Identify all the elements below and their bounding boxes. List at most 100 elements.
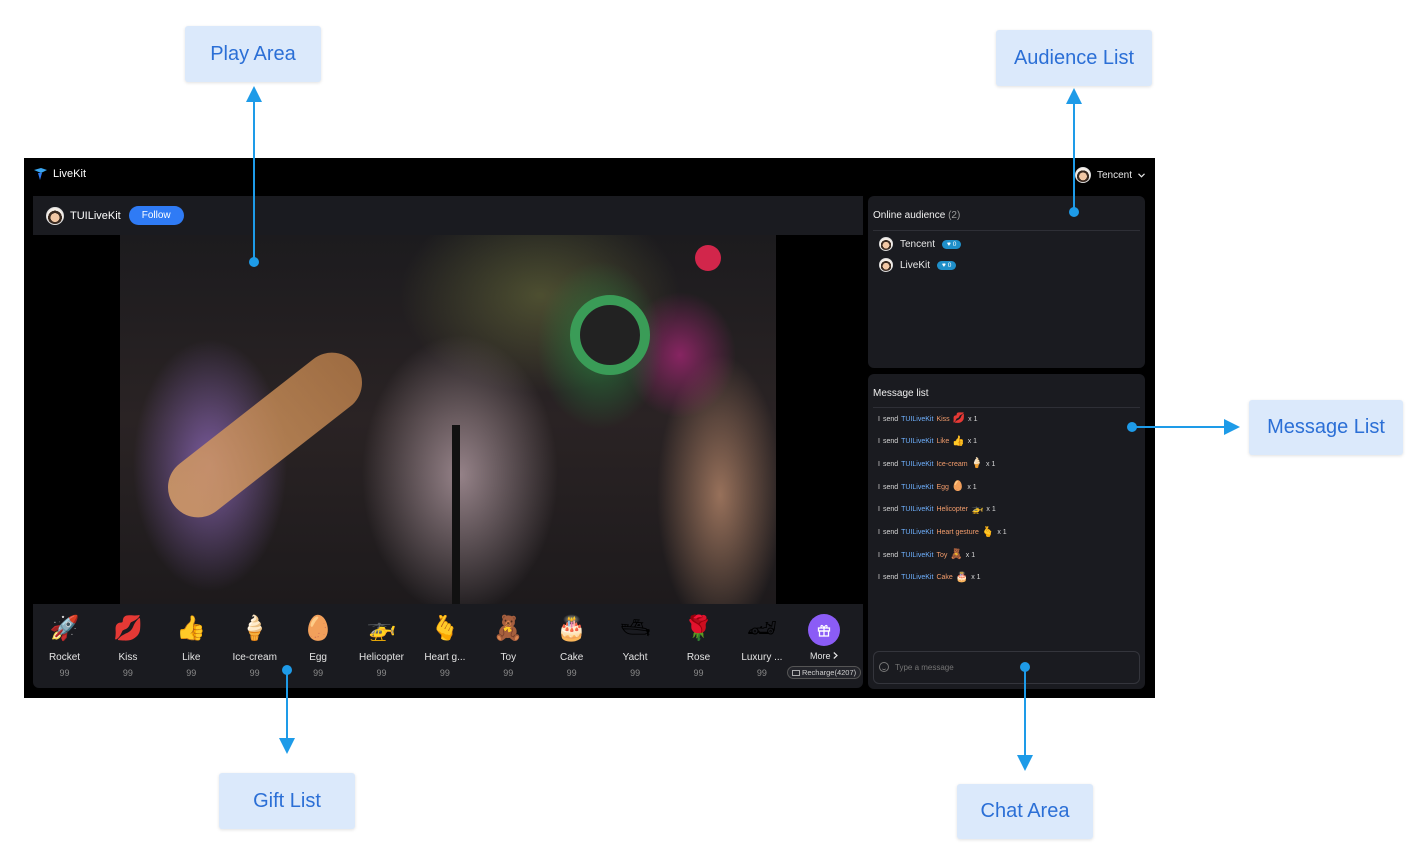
message-verb: send: [882, 438, 899, 446]
message-gift-name: Heart gesture: [936, 529, 979, 536]
message-count: x 1: [997, 529, 1007, 536]
message-count: x 1: [967, 438, 978, 446]
message-count: x 1: [986, 460, 996, 468]
gift-price: 99: [566, 668, 577, 678]
audience-member[interactable]: LiveKit ♥ 0: [879, 258, 957, 272]
message-verb: send: [882, 574, 899, 582]
message-count: x 1: [967, 483, 977, 491]
recharge-label: Recharge(4207): [801, 668, 857, 677]
anchor-avatar[interactable]: [46, 206, 64, 225]
message-gift-name: Helicopter: [936, 506, 968, 514]
livekit-app-window: LiveKit Tencent TUILiveKit Follow 🚀 Rocke…: [24, 158, 1155, 698]
follow-button[interactable]: Follow: [128, 206, 184, 225]
gift-price: 99: [503, 668, 514, 678]
audience-count: (2): [948, 210, 961, 221]
gift-price: 99: [439, 668, 450, 678]
message-gift-name: Kiss: [936, 415, 950, 423]
gift-item[interactable]: 💋 Kiss 99: [96, 604, 159, 688]
gift-item[interactable]: 🥚 Egg 99: [287, 604, 350, 688]
video-light: [695, 245, 721, 271]
message-verb: send: [882, 529, 899, 536]
livekit-logo-icon: [34, 168, 47, 180]
audience-list: Online audience (2) Tencent ♥ 0 LiveKit ♥ 0: [868, 196, 1145, 368]
callout-gift-list: Gift List: [219, 773, 355, 829]
gift-name: Cake: [560, 652, 584, 663]
rocket-icon: 🚀: [49, 615, 80, 642]
video-mic-stand: [452, 425, 460, 604]
gift-item[interactable]: 🎂 Cake 99: [540, 604, 603, 688]
gift-item[interactable]: 🍦 Ice-cream 99: [223, 604, 286, 688]
gift-name: Yacht: [622, 652, 648, 663]
gift-item[interactable]: 🏎 Luxury ... 99: [730, 604, 793, 688]
gift-item[interactable]: 🌹 Rose 99: [667, 604, 730, 688]
chevron-down-icon: [1138, 172, 1145, 178]
message-self: I: [878, 574, 880, 582]
luxury-car-icon: 🏎: [746, 615, 778, 642]
audience-name: LiveKit: [900, 259, 931, 271]
message-self: I: [878, 506, 880, 514]
gift-name: Rocket: [48, 652, 81, 663]
gift-name: Ice-cream: [232, 652, 277, 663]
message-divider: [873, 407, 1140, 408]
message-sender: TUILiveKit: [901, 438, 934, 446]
audience-member[interactable]: Tencent ♥ 0: [879, 237, 962, 251]
gift-name: Helicopter: [358, 652, 405, 663]
more-gifts-label: More: [809, 651, 831, 661]
gift-name: Luxury ...: [741, 652, 783, 663]
message-gift-icon: 💋: [952, 413, 966, 424]
gift-item[interactable]: 🫰 Heart g... 99: [413, 604, 476, 688]
gift-item[interactable]: 🧸 Toy 99: [477, 604, 540, 688]
message-verb: send: [882, 506, 899, 514]
message-sender: TUILiveKit: [901, 551, 934, 559]
message-gift-icon: 👍: [952, 435, 965, 447]
message-gift-name: Ice-cream: [936, 460, 968, 468]
user-avatar: [1074, 167, 1091, 183]
video-mural: [570, 295, 650, 375]
teddy-bear-icon: 🧸: [493, 615, 524, 642]
message-gift-icon: 🫰: [981, 526, 995, 538]
message-gift-name: Like: [936, 438, 950, 446]
video-guitar: [155, 340, 375, 530]
message-gift-icon: 🎂: [955, 571, 969, 583]
top-bar: LiveKit Tencent: [24, 158, 1155, 192]
recharge-button[interactable]: Recharge(4207): [787, 666, 861, 679]
user-menu[interactable]: Tencent: [1074, 167, 1145, 183]
message-item: Isend TUILiveKit Cake 🎂 x 1: [878, 571, 981, 583]
message-item: Isend TUILiveKit Like 👍 x 1: [878, 435, 978, 447]
message-gift-name: Egg: [936, 483, 949, 491]
more-gifts-button[interactable]: [808, 614, 840, 646]
level-value: 0: [952, 240, 957, 248]
message-list-title: Message list: [873, 388, 929, 399]
gift-item[interactable]: 👍 Like 99: [160, 604, 223, 688]
gift-price: 99: [630, 668, 641, 678]
message-count: x 1: [986, 506, 996, 514]
audience-divider: [873, 230, 1140, 231]
message-list: Message list Isend TUILiveKit Kiss 💋 x 1 Isen…: [868, 374, 1145, 689]
anchor-name: TUILiveKit: [70, 209, 121, 222]
live-video-stream[interactable]: [120, 235, 776, 604]
gift-more: More Recharge(4207): [787, 604, 861, 688]
audience-avatar: [879, 258, 893, 272]
chat-input[interactable]: [873, 651, 1140, 684]
message-self: I: [878, 415, 880, 423]
gift-item[interactable]: 🚀 Rocket 99: [33, 604, 96, 688]
callout-message-list: Message List: [1249, 400, 1403, 455]
egg-icon: 🥚: [303, 615, 334, 642]
emoji-icon[interactable]: [879, 662, 889, 672]
gift-price: 99: [249, 668, 260, 678]
callout-play-area: Play Area: [185, 26, 321, 82]
message-verb: send: [882, 483, 899, 491]
message-sender: TUILiveKit: [901, 483, 934, 491]
message-item: Isend TUILiveKit Kiss 💋 x 1: [878, 414, 977, 424]
message-verb: send: [882, 551, 899, 559]
message-item: Isend TUILiveKit Toy 🧸 x 1: [878, 550, 975, 560]
gift-price: 99: [59, 668, 70, 678]
gift-item[interactable]: 🛥 Yacht 99: [604, 604, 667, 688]
more-gifts-link[interactable]: More: [787, 651, 861, 661]
message-self: I: [878, 460, 880, 468]
logo: LiveKit: [33, 167, 86, 181]
message-gift-icon: 🧸: [950, 549, 963, 561]
callout-chat-area: Chat Area: [957, 784, 1093, 839]
message-sender: TUILiveKit: [901, 460, 934, 468]
gift-item[interactable]: 🚁 Helicopter 99: [350, 604, 413, 688]
